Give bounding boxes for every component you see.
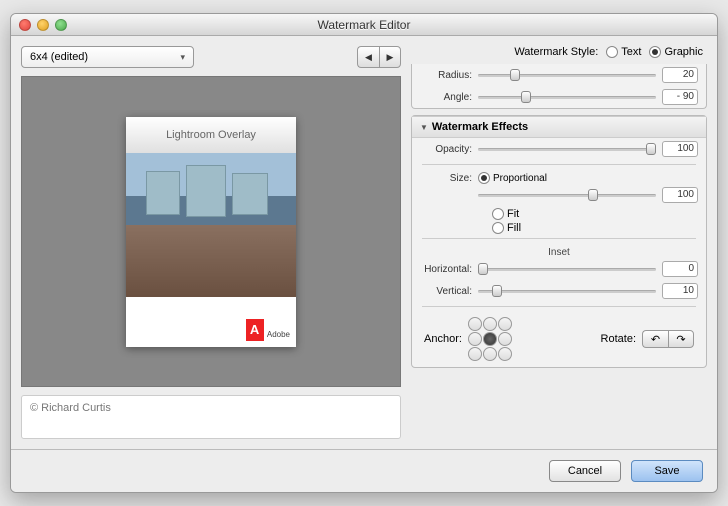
anchor-ml[interactable] [468, 332, 482, 346]
style-label: Watermark Style: [514, 46, 598, 58]
anchor-label: Anchor: [424, 333, 462, 345]
copyright-text: © Richard Curtis [30, 402, 111, 414]
radio-icon [492, 222, 504, 234]
vertical-value[interactable]: 10 [662, 283, 698, 299]
size-fit-radio[interactable]: Fit [492, 208, 706, 220]
radio-icon [478, 172, 490, 184]
angle-value[interactable]: - 90 [662, 89, 698, 105]
shadow-panel-partial: Radius: 20 Angle: - 90 [411, 64, 707, 109]
proportional-slider-row: 100 [412, 184, 706, 206]
opacity-value[interactable]: 100 [662, 141, 698, 157]
opacity-label: Opacity: [420, 144, 472, 155]
size-fill-radio[interactable]: Fill [492, 222, 706, 234]
radius-row: Radius: 20 [412, 64, 706, 86]
divider [422, 164, 696, 165]
anchor-br[interactable] [498, 347, 512, 361]
angle-slider[interactable] [478, 90, 656, 104]
radius-label: Radius: [420, 70, 472, 81]
style-text-label: Text [621, 46, 641, 58]
footer: Cancel Save [11, 449, 717, 492]
size-fill-label: Fill [507, 222, 521, 234]
horizontal-row: Horizontal: 0 [412, 258, 706, 280]
size-radio-group: Fit Fill [412, 206, 706, 234]
anchor-rotate-row: Anchor: [412, 311, 706, 367]
photo-thumbnail [126, 153, 296, 297]
rotate-ccw-button[interactable]: ↶ [642, 330, 668, 348]
radio-icon [606, 46, 618, 58]
opacity-row: Opacity: 100 [412, 138, 706, 160]
titlebar: Watermark Editor [11, 14, 717, 36]
anchor-bc[interactable] [483, 347, 497, 361]
adobe-label: Adobe [267, 330, 290, 341]
preview-canvas: Lightroom Overlay Adobe [21, 76, 401, 387]
rotate-group: Rotate: ↶ ↷ [601, 330, 694, 348]
anchor-tr[interactable] [498, 317, 512, 331]
adobe-logo-icon [246, 319, 264, 341]
radius-value[interactable]: 20 [662, 67, 698, 83]
watermark-overlay-preview[interactable]: Lightroom Overlay Adobe [126, 117, 296, 347]
anchor-bl[interactable] [468, 347, 482, 361]
content-area: 6x4 (edited) ◀ ▶ Lightroom Overlay [11, 36, 717, 449]
proportional-slider[interactable] [478, 188, 656, 202]
opacity-slider[interactable] [478, 142, 656, 156]
preview-nav: ◀ ▶ [357, 46, 401, 68]
style-text-radio[interactable]: Text [606, 46, 641, 58]
anchor-group: Anchor: [424, 317, 512, 361]
angle-label: Angle: [420, 92, 472, 103]
window-title: Watermark Editor [11, 18, 717, 32]
cancel-button[interactable]: Cancel [549, 460, 621, 482]
rotate-cw-button[interactable]: ↷ [668, 330, 694, 348]
angle-row: Angle: - 90 [412, 86, 706, 108]
anchor-tl[interactable] [468, 317, 482, 331]
effects-header-label: Watermark Effects [432, 121, 528, 133]
proportional-value[interactable]: 100 [662, 187, 698, 203]
copyright-input[interactable]: © Richard Curtis [21, 395, 401, 439]
rotate-buttons: ↶ ↷ [642, 330, 694, 348]
vertical-row: Vertical: 10 [412, 280, 706, 302]
size-label: Size: [420, 173, 472, 184]
left-column: 6x4 (edited) ◀ ▶ Lightroom Overlay [21, 46, 401, 439]
radio-icon [649, 46, 661, 58]
style-graphic-label: Graphic [664, 46, 703, 58]
right-column: Watermark Style: Text Graphic Radius: 20 [411, 46, 707, 439]
size-proportional-label: Proportional [493, 173, 547, 184]
effects-header[interactable]: ▼ Watermark Effects [412, 116, 706, 138]
overlay-footer: Adobe [126, 297, 296, 347]
style-graphic-radio[interactable]: Graphic [649, 46, 703, 58]
next-image-button[interactable]: ▶ [379, 46, 401, 68]
anchor-tc[interactable] [483, 317, 497, 331]
inset-header: Inset [412, 243, 706, 258]
anchor-mc[interactable] [483, 332, 497, 346]
watermark-style-row: Watermark Style: Text Graphic [411, 46, 707, 58]
divider [422, 306, 696, 307]
radio-icon [492, 208, 504, 220]
divider [422, 238, 696, 239]
horizontal-value[interactable]: 0 [662, 261, 698, 277]
preset-selected-label: 6x4 (edited) [30, 51, 88, 63]
watermark-editor-window: Watermark Editor 6x4 (edited) ◀ ▶ Lightr… [10, 13, 718, 493]
disclosure-triangle-icon: ▼ [420, 123, 428, 132]
save-button[interactable]: Save [631, 460, 703, 482]
anchor-mr[interactable] [498, 332, 512, 346]
vertical-slider[interactable] [478, 284, 656, 298]
size-fit-label: Fit [507, 208, 519, 220]
horizontal-slider[interactable] [478, 262, 656, 276]
size-proportional-radio[interactable]: Proportional [478, 172, 547, 184]
size-row: Size: Proportional [412, 169, 706, 184]
anchor-grid [468, 317, 512, 361]
preset-row: 6x4 (edited) ◀ ▶ [21, 46, 401, 68]
horizontal-label: Horizontal: [420, 264, 472, 275]
radius-slider[interactable] [478, 68, 656, 82]
vertical-label: Vertical: [420, 286, 472, 297]
rotate-label: Rotate: [601, 333, 636, 345]
prev-image-button[interactable]: ◀ [357, 46, 379, 68]
preset-dropdown[interactable]: 6x4 (edited) [21, 46, 194, 68]
overlay-caption: Lightroom Overlay [126, 117, 296, 153]
effects-panel: ▼ Watermark Effects Opacity: 100 Size: P… [411, 115, 707, 368]
